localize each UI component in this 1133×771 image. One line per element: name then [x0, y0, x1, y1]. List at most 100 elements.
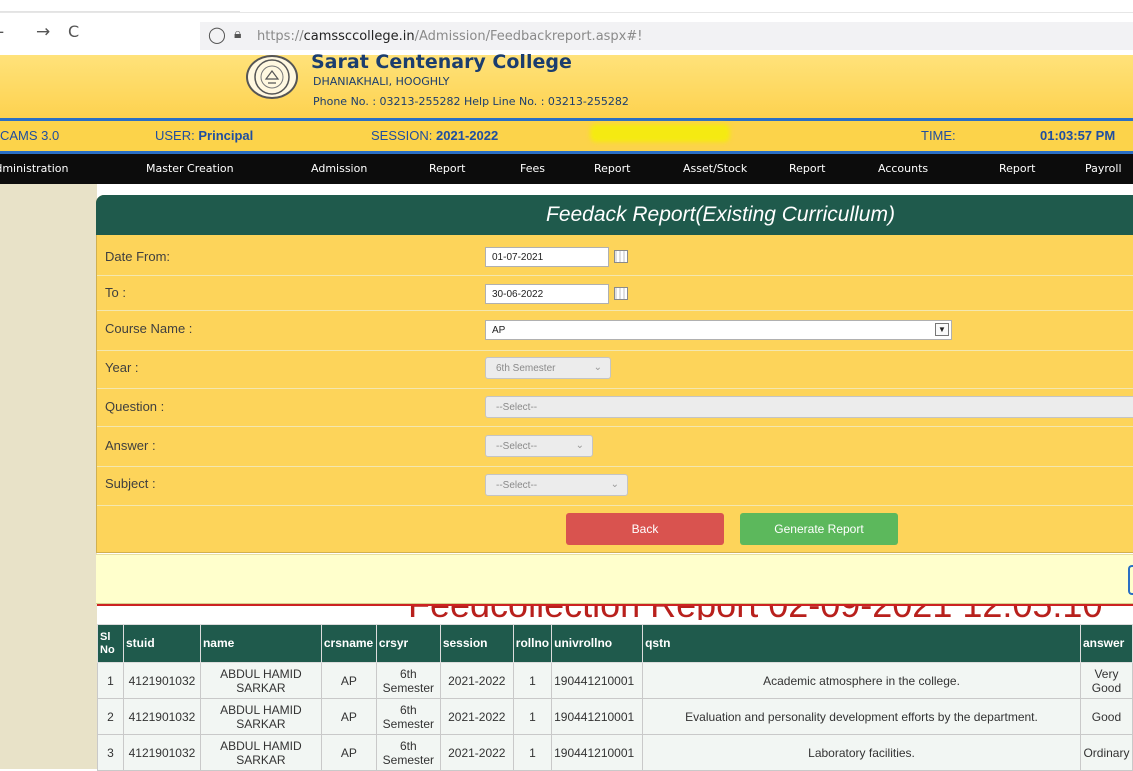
cell-univrollno: 190441210001	[551, 734, 644, 771]
cell-name: ABDUL HAMID SARKAR	[199, 734, 322, 771]
cell-qstn: Laboratory facilities.	[642, 734, 1081, 771]
menu-master-creation[interactable]: Master Creation	[146, 162, 234, 175]
url-text[interactable]: https://camssccollege.in/Admission/Feedb…	[257, 29, 642, 44]
lock-icon[interactable]: 🔒︎	[234, 26, 241, 42]
cell-rollno: 1	[512, 698, 553, 735]
app-version: CAMS 3.0	[0, 128, 60, 143]
report-table: Sl No stuid name crsname crsyr session r…	[97, 624, 1133, 771]
course-name-label: Course Name :	[105, 321, 193, 336]
form-title: Feedack Report(Existing Curricullum)	[546, 203, 895, 226]
column-header[interactable]: session	[439, 624, 514, 663]
menu-report-4[interactable]: Report	[999, 162, 1035, 175]
date-to-input[interactable]: 30-06-2022	[485, 284, 609, 304]
column-header[interactable]: name	[199, 624, 322, 663]
chevron-down-icon: ⌄	[593, 362, 602, 373]
cell-crsyr: 6th Semester	[375, 662, 441, 699]
cell-univrollno: 190441210001	[551, 698, 644, 735]
menu-asset-stock[interactable]: Asset/Stock	[683, 162, 747, 175]
redacted-area	[590, 124, 730, 142]
question-select[interactable]: --Select--	[485, 396, 1133, 418]
column-header[interactable]: stuid	[122, 624, 201, 663]
year-select[interactable]: 6th Semester ⌄	[485, 357, 611, 379]
cell-session: 2021-2022	[439, 662, 514, 699]
question-label: Question :	[105, 399, 165, 414]
menu-report-2[interactable]: Report	[594, 162, 630, 175]
subject-select[interactable]: --Select-- ⌄	[485, 474, 628, 496]
column-header[interactable]: answer	[1079, 624, 1133, 663]
table-row: 2 4121901032 ABDUL HAMID SARKAR AP 6th S…	[97, 698, 1133, 735]
subject-label: Subject :	[105, 476, 156, 491]
column-header[interactable]: crsyr	[375, 624, 441, 663]
cell-session: 2021-2022	[439, 698, 514, 735]
report-heading-area: Feedcollection Report 02-09-2021 12:05:1…	[97, 604, 1133, 620]
cell-crsname: AP	[320, 662, 377, 699]
chevron-down-icon[interactable]: ▼	[935, 323, 949, 336]
date-from-label: Date From:	[105, 249, 171, 264]
menu-payroll[interactable]: Payroll	[1085, 162, 1122, 175]
cell-crsyr: 6th Semester	[375, 734, 441, 771]
shield-icon[interactable]: ◯	[208, 25, 226, 44]
answer-select[interactable]: --Select-- ⌄	[485, 435, 593, 457]
menu-administration[interactable]: Administration	[0, 162, 69, 175]
cell-answer: Very Good	[1079, 662, 1133, 699]
toolbar-divider	[0, 12, 1133, 13]
row-divider	[97, 275, 1133, 276]
forward-arrow-icon[interactable]: →	[36, 22, 50, 42]
cell-qstn: Evaluation and personality development e…	[642, 698, 1081, 735]
row-divider	[97, 310, 1133, 311]
generate-report-button[interactable]: Generate Report	[740, 513, 898, 545]
reload-icon[interactable]: C	[68, 22, 79, 41]
college-name: Sarat Centenary College	[311, 51, 572, 73]
report-heading: Feedcollection Report 02-09-2021 12:05:1…	[408, 604, 1102, 620]
cell-sl-no: 1	[97, 662, 124, 699]
chevron-down-icon: ⌄	[610, 479, 619, 490]
calendar-icon[interactable]	[614, 250, 628, 263]
menu-report-3[interactable]: Report	[789, 162, 825, 175]
column-header[interactable]: Sl No	[97, 624, 124, 663]
college-address: DHANIAKHALI, HOOGHLY	[313, 75, 450, 88]
back-arrow-icon[interactable]: -	[0, 22, 4, 42]
cell-answer: Ordinary	[1079, 734, 1133, 771]
browser-tab[interactable]	[0, 0, 240, 12]
message-panel	[96, 554, 1133, 604]
table-row: 3 4121901032 ABDUL HAMID SARKAR AP 6th S…	[97, 734, 1133, 771]
date-to-label: To :	[105, 285, 126, 300]
cell-qstn: Academic atmosphere in the college.	[642, 662, 1081, 699]
college-logo	[246, 55, 298, 99]
date-from-input[interactable]: 01-07-2021	[485, 247, 609, 267]
row-divider	[97, 426, 1133, 427]
cell-rollno: 1	[512, 734, 553, 771]
course-name-select[interactable]: AP	[485, 320, 952, 340]
back-button[interactable]: Back	[566, 513, 724, 545]
cell-stuid: 4121901032	[122, 698, 201, 735]
year-label: Year :	[105, 360, 139, 375]
cell-crsname: AP	[320, 698, 377, 735]
table-header-row: Sl No stuid name crsname crsyr session r…	[97, 624, 1133, 663]
column-header[interactable]: qstn	[642, 624, 1081, 663]
row-divider	[97, 505, 1133, 506]
menu-admission[interactable]: Admission	[311, 162, 367, 175]
cell-stuid: 4121901032	[122, 662, 201, 699]
filter-form	[96, 195, 1133, 553]
row-divider	[97, 466, 1133, 467]
time-label: TIME:	[921, 128, 956, 143]
menu-report-1[interactable]: Report	[429, 162, 465, 175]
column-header[interactable]: univrollno	[551, 624, 644, 663]
heading-rule	[97, 604, 1133, 606]
cell-crsname: AP	[320, 734, 377, 771]
row-divider	[97, 350, 1133, 351]
cell-rollno: 1	[512, 662, 553, 699]
column-header[interactable]: rollno	[512, 624, 553, 663]
row-divider	[97, 388, 1133, 389]
menu-fees[interactable]: Fees	[520, 162, 545, 175]
cell-sl-no: 3	[97, 734, 124, 771]
answer-label: Answer :	[105, 438, 156, 453]
calendar-icon[interactable]	[614, 287, 628, 300]
left-gutter	[0, 184, 97, 769]
column-header[interactable]: crsname	[320, 624, 377, 663]
chevron-down-icon: ⌄	[575, 440, 584, 451]
menu-accounts[interactable]: Accounts	[878, 162, 928, 175]
cell-name: ABDUL HAMID SARKAR	[199, 698, 322, 735]
college-phone: Phone No. : 03213-255282 Help Line No. :…	[313, 95, 629, 108]
cell-univrollno: 190441210001	[551, 662, 644, 699]
